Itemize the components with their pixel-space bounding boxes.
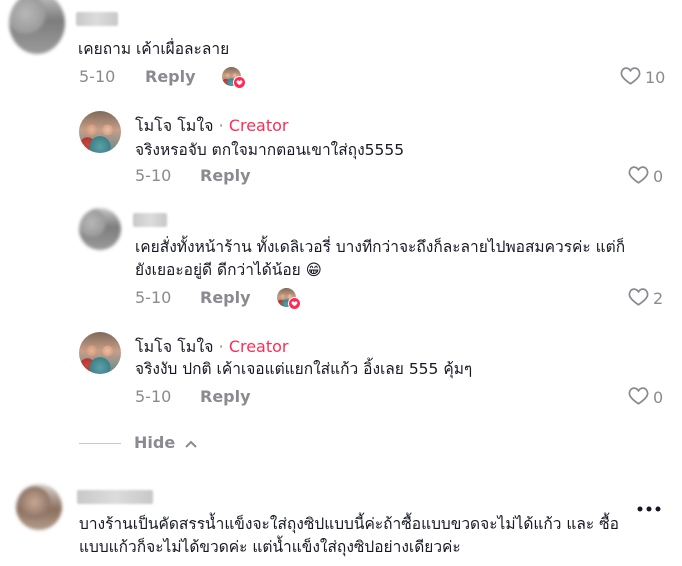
heart-outline-icon — [628, 287, 649, 310]
like-button[interactable]: 0 — [628, 386, 663, 409]
heart-badge-icon — [233, 76, 246, 89]
comment-date: 5-10 — [135, 166, 172, 185]
reply-button[interactable]: Reply — [200, 288, 251, 307]
heart-outline-icon — [620, 66, 641, 89]
more-dots-icon[interactable] — [636, 498, 662, 517]
like-count: 0 — [653, 167, 664, 186]
creator-avatar[interactable] — [79, 332, 121, 374]
creator-badge: Creator — [228, 337, 289, 356]
reply-button[interactable]: Reply — [200, 166, 251, 185]
comment-date: 5-10 — [135, 387, 172, 406]
comment-date: 5-10 — [135, 288, 172, 307]
comment-text: เคยถาม เค้าเผื่อละลาย — [78, 40, 230, 58]
author-name[interactable]: โมโจ โมใจ — [135, 337, 214, 356]
creator-avatar[interactable] — [79, 111, 121, 153]
commenter-avatar[interactable] — [16, 484, 62, 530]
chevron-up-icon — [185, 433, 197, 452]
author-name[interactable]: โมโจ โมใจ — [135, 116, 214, 135]
heart-badge-icon — [288, 297, 301, 310]
author-line: โมโจ โมใจ · Creator — [135, 335, 289, 360]
commenter-avatar[interactable] — [79, 208, 121, 250]
commenter-name-blurred[interactable] — [76, 12, 118, 26]
like-button[interactable]: 0 — [628, 165, 663, 188]
hide-divider-line — [79, 443, 121, 444]
commenter-avatar[interactable] — [9, 0, 65, 54]
like-button[interactable]: 10 — [620, 66, 665, 89]
like-count: 0 — [653, 388, 664, 407]
comment-text-line1: บางร้านเป็นคัดสรรน้ำแข็งจะใส่ถุงซิปแบบนี… — [79, 515, 619, 533]
like-count: 2 — [653, 289, 664, 308]
commenter-name-blurred[interactable] — [133, 213, 167, 227]
comment-text: จริงงับ ปกติ เค้าเจอแต่แยกใส่แก้ว อิ้งเล… — [135, 360, 473, 378]
like-button[interactable]: 2 — [628, 287, 663, 310]
hide-label: Hide — [134, 433, 176, 452]
like-count: 10 — [645, 68, 666, 87]
comment-text-line1: เคยสั่งทั้งหน้าร้าน ทั้งเดลิเวอรี่ บางที… — [135, 238, 626, 256]
heart-outline-icon — [628, 165, 649, 188]
comment-date: 5-10 — [79, 67, 116, 86]
comment-text-line2: ยังเยอะอยู่ดี ดีกว่าได้น้อย 😁 — [135, 261, 322, 279]
hide-replies-button[interactable]: Hide — [134, 433, 197, 452]
creator-badge: Creator — [228, 116, 289, 135]
creator-liked-badge — [222, 67, 246, 89]
separator: · — [218, 337, 224, 356]
reply-button[interactable]: Reply — [145, 67, 196, 86]
comment-text: จริงหรอจับ ตกใจมากตอนเขาใส่ถุง5555 — [135, 141, 405, 159]
heart-outline-icon — [628, 386, 649, 409]
creator-liked-badge — [277, 288, 301, 310]
commenter-name-blurred[interactable] — [77, 490, 153, 504]
comment-text-line2: แบบแก้วก็จะไม่ได้ขวดค่ะ แต่น้ำแข็งใส่ถุง… — [79, 538, 461, 556]
author-line: โมโจ โมใจ · Creator — [135, 114, 289, 139]
reply-button[interactable]: Reply — [200, 387, 251, 406]
separator: · — [218, 116, 224, 135]
